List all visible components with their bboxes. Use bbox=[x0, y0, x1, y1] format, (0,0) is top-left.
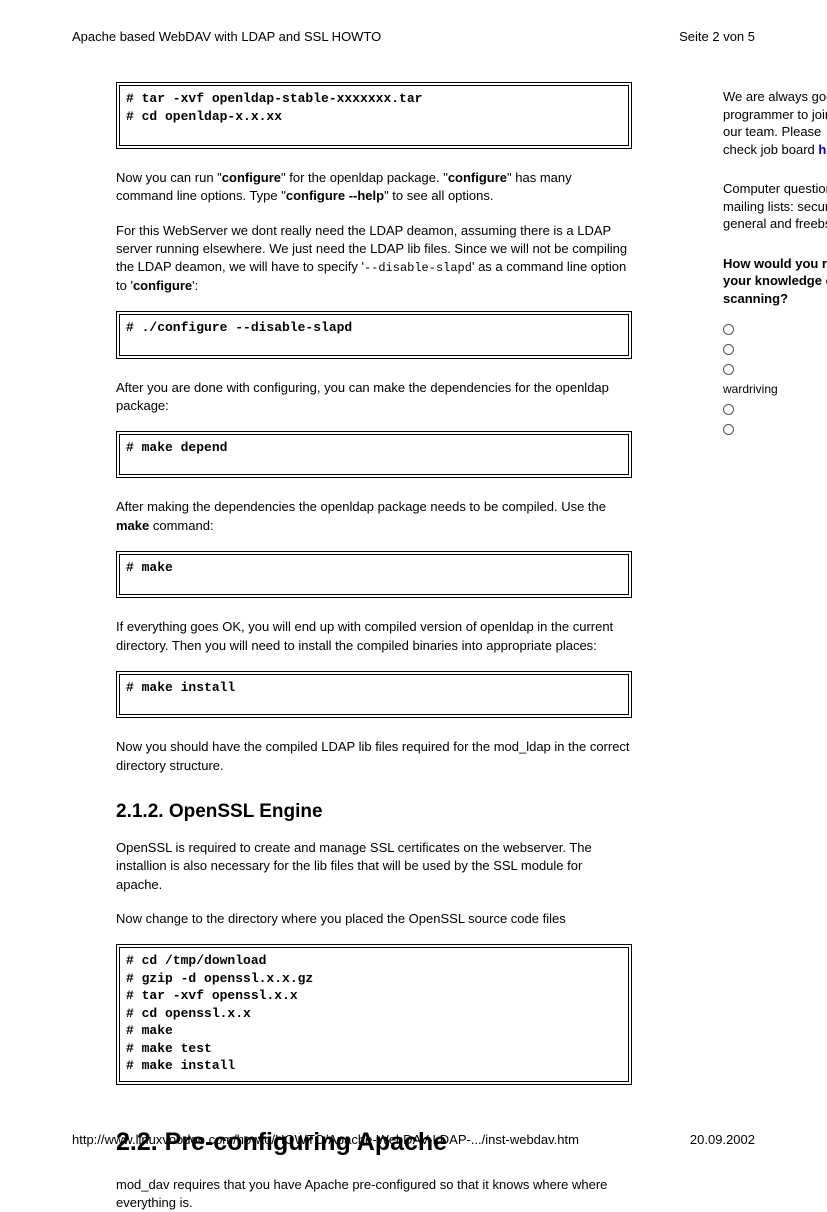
radio-icon[interactable] bbox=[723, 364, 734, 375]
para-ldap-lib-done: Now you should have the compiled LDAP li… bbox=[116, 738, 632, 774]
doc-title: Apache based WebDAV with LDAP and SSL HO… bbox=[72, 28, 381, 46]
sidebar: We are always good programmer to join ou… bbox=[723, 88, 827, 439]
code-block-tar-cd: # tar -xvf openldap-stable-xxxxxxx.tar #… bbox=[116, 82, 632, 149]
poll-option-3[interactable] bbox=[723, 359, 827, 379]
para-disable-slapd: For this WebServer we dont really need t… bbox=[116, 222, 632, 295]
sidebar-mailing-lists: Computer questions mailing lists: securi… bbox=[723, 180, 827, 233]
radio-icon[interactable] bbox=[723, 404, 734, 415]
footer-date: 20.09.2002 bbox=[690, 1131, 755, 1149]
para-moddav: mod_dav requires that you have Apache pr… bbox=[116, 1176, 632, 1212]
sidebar-join-text: We are always good programmer to join ou… bbox=[723, 88, 827, 158]
code-block-make-depend: # make depend bbox=[116, 431, 632, 479]
poll-option-label: wardriving bbox=[723, 381, 778, 398]
para-openssl-cd: Now change to the directory where you pl… bbox=[116, 910, 632, 928]
main-content: # tar -xvf openldap-stable-xxxxxxx.tar #… bbox=[72, 82, 632, 1212]
page-number: Seite 2 von 5 bbox=[679, 28, 755, 46]
para-openssl-intro: OpenSSL is required to create and manage… bbox=[116, 839, 632, 894]
poll-option-5[interactable] bbox=[723, 399, 827, 419]
para-make: After making the dependencies the openld… bbox=[116, 498, 632, 534]
sidebar-here-link[interactable]: here bbox=[818, 142, 827, 157]
footer-url: http://www.linuxvoodoo.com/howto/HOWTO/A… bbox=[72, 1131, 579, 1149]
radio-icon[interactable] bbox=[723, 424, 734, 435]
para-make-install: If everything goes OK, you will end up w… bbox=[116, 618, 632, 654]
poll-option-6[interactable] bbox=[723, 419, 827, 439]
code-block-make: # make bbox=[116, 551, 632, 599]
heading-212-openssl: 2.1.2. OpenSSL Engine bbox=[116, 799, 632, 826]
sidebar-poll-question: How would you rate your knowledge of sca… bbox=[723, 255, 827, 308]
code-block-configure: # ./configure --disable-slapd bbox=[116, 311, 632, 359]
radio-icon[interactable] bbox=[723, 324, 734, 335]
para-make-depend: After you are done with configuring, you… bbox=[116, 379, 632, 415]
para-configure-intro: Now you can run "configure" for the open… bbox=[116, 169, 632, 205]
code-block-openssl: # cd /tmp/download # gzip -d openssl.x.x… bbox=[116, 944, 632, 1085]
poll-option-2[interactable] bbox=[723, 339, 827, 359]
page-footer: http://www.linuxvoodoo.com/howto/HOWTO/A… bbox=[72, 1131, 755, 1149]
poll-option-1[interactable] bbox=[723, 319, 827, 339]
code-block-make-install: # make install bbox=[116, 671, 632, 719]
poll-option-4[interactable]: wardriving bbox=[723, 379, 827, 399]
page-header: Apache based WebDAV with LDAP and SSL HO… bbox=[72, 28, 755, 46]
radio-icon[interactable] bbox=[723, 344, 734, 355]
